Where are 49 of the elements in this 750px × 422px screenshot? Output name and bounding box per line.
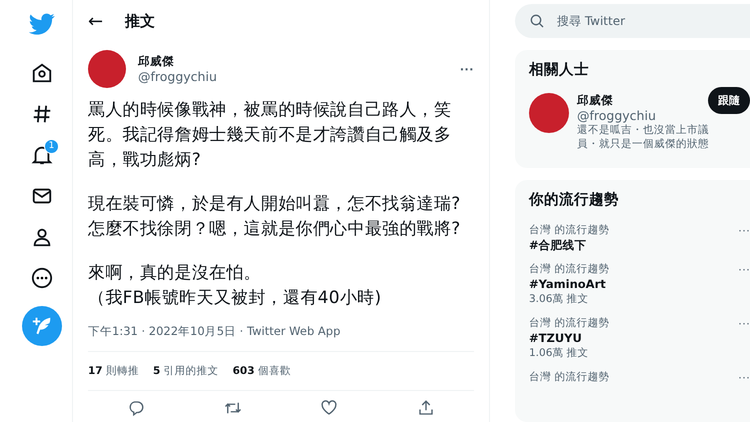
more-icon[interactable] <box>31 266 53 288</box>
reply-icon[interactable] <box>127 399 146 417</box>
trend-hashtag[interactable]: #YaminoArt <box>529 277 610 292</box>
tweet-stat[interactable]: 17 則轉推 <box>88 364 139 378</box>
page-title: 推文 <box>125 12 156 30</box>
trend-context: 台灣 的流行趨勢 <box>529 262 610 277</box>
tweet-text-line: 怎麼不找徐閉？嗯，這就是你們心中最強的戰將? <box>88 218 462 241</box>
notification-badge: 1 <box>44 139 59 154</box>
author-name[interactable]: 邱威傑 <box>138 54 460 69</box>
follow-button[interactable]: 跟隨 <box>708 87 750 114</box>
more-button[interactable]: ··· <box>460 61 474 77</box>
tweet-text-line: 死。我記得詹姆士幾天前不是才誇讚自己觸及多 <box>88 124 452 147</box>
compose-button[interactable] <box>22 306 62 346</box>
trend-more-button[interactable]: ··· <box>738 262 750 276</box>
author-handle[interactable]: @froggychiu <box>138 69 460 84</box>
search-field[interactable]: 搜尋 Twitter <box>515 4 750 38</box>
hashtag-icon[interactable] <box>31 102 53 124</box>
tweet-text-line: 現在裝可憐，於是有人開始叫囂，怎不找翁達瑞? <box>88 193 462 216</box>
trend-context: 台灣 的流行趨勢 <box>529 223 610 238</box>
trend-count: 1.06萬 推文 <box>529 346 590 361</box>
trend-hashtag[interactable]: #合肥线下 <box>529 238 610 253</box>
trend-count: 3.06萬 推文 <box>529 292 590 307</box>
bird-logo-icon[interactable] <box>29 11 55 37</box>
trend-hashtag[interactable]: #TZUYU <box>529 331 610 346</box>
trend-more-button[interactable]: ··· <box>738 370 750 384</box>
tweet-text-line: 高，戰功彪炳? <box>88 149 202 172</box>
tweet-stat[interactable]: 603 個喜歡 <box>232 364 291 378</box>
tweet-text-line: 罵人的時候像戰神，被罵的時候說自己路人，笑 <box>88 99 452 122</box>
share-icon[interactable] <box>416 399 435 417</box>
home-icon[interactable] <box>31 62 53 84</box>
tweet-text-line: 來啊，真的是沒在怕。 <box>88 262 262 285</box>
trend-context: 台灣 的流行趨勢 <box>529 370 610 385</box>
avatar[interactable] <box>529 93 569 133</box>
search-icon <box>529 13 545 29</box>
card-title: 相關人士 <box>529 60 590 79</box>
trend-more-button[interactable]: ··· <box>738 223 750 237</box>
feather-plus-icon <box>31 315 53 337</box>
avatar[interactable] <box>88 50 126 88</box>
tweet-stat[interactable]: 5 引用的推文 <box>152 364 219 378</box>
card-title: 你的流行趨勢 <box>529 190 620 209</box>
person-handle[interactable]: @froggychiu <box>577 108 656 123</box>
trend-more-button[interactable]: ··· <box>738 316 750 330</box>
person-bio: 還不是呱吉・也沒當上市議員・就只是一個威傑的狀態 <box>577 123 710 151</box>
back-button[interactable]: ← <box>88 10 104 32</box>
tweet-text-line: （我FB帳號昨天又被封，還有40小時) <box>88 287 382 310</box>
trend-context: 台灣 的流行趨勢 <box>529 316 610 331</box>
person-name[interactable]: 邱威傑 <box>577 93 613 108</box>
heart-icon[interactable] <box>320 399 338 417</box>
tweet-timestamp[interactable]: 下午1:31 · 2022年10月5日 · Twitter Web App <box>88 324 474 352</box>
